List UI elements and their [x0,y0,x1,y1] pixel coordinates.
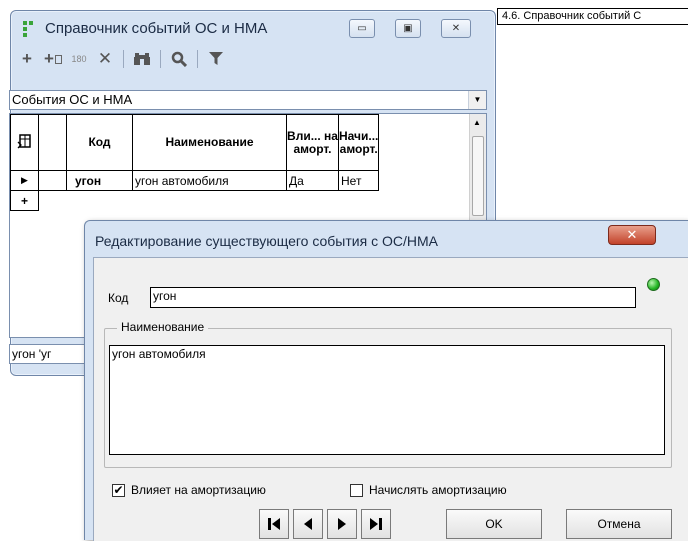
name-group: Наименование угон автомобиля [104,320,672,468]
events-combo[interactable]: События ОС и НМА ▼ [9,90,487,110]
window-title: Справочник событий ОС и НМА [45,20,268,37]
prev-record-button[interactable] [293,509,323,539]
events-table: Код Наименование Вли... на аморт. Начи..… [10,114,380,211]
scroll-up-icon[interactable]: ▲ [473,118,481,127]
rotate-180-label: 180 [71,54,87,64]
next-record-button[interactable] [327,509,357,539]
name-textarea[interactable]: угон автомобиля [109,345,665,455]
add-copy-glyph: + [44,49,54,68]
search-icon[interactable] [167,48,191,70]
toolbar-separator [197,50,198,68]
close-button[interactable]: ✕ [441,19,471,38]
affects-checkbox[interactable]: ✔ Влияет на амортизацию [112,483,266,497]
last-record-icon [370,518,382,530]
toolbar-separator [160,50,161,68]
filter-icon[interactable] [204,48,228,70]
affects-label: Влияет на амортизацию [131,483,266,497]
last-record-button[interactable] [361,509,391,539]
charge-checkbox-box [350,483,363,497]
copy-page-icon [54,54,62,64]
new-row-marker: + [10,190,39,211]
indicator-header [38,114,67,171]
table-row[interactable]: ▶ угон угон автомобиля Да Нет [10,170,380,191]
column-charge[interactable]: Начи... аморт. [337,114,380,171]
chevron-down-icon[interactable]: ▼ [468,91,486,109]
cell-name[interactable]: угон автомобиля [132,170,287,191]
maximize-button[interactable]: ▣ [395,19,421,38]
code-label: Код [108,291,129,305]
add-icon[interactable]: + [15,48,39,70]
column-chooser-icon[interactable] [10,114,39,171]
edit-event-dialog: Редактирование существующего события с О… [84,220,688,541]
delete-icon[interactable]: ✕ [93,48,117,70]
name-value: угон автомобиля [112,347,206,361]
cell-charge[interactable]: Нет [337,170,380,191]
code-field[interactable]: угон [150,287,636,308]
titlebar: Справочник событий ОС и НМА ▭ ▣ ✕ [11,11,495,45]
toolbar-separator [123,50,124,68]
toolbar: + + 180 ✕ [15,46,495,72]
document-caption: 4.6. Справочник событий С [497,8,688,25]
add-copy-icon[interactable]: + [41,48,65,70]
column-name[interactable]: Наименование [132,114,287,171]
cancel-button[interactable]: Отмена [566,509,672,539]
dialog-close-button[interactable]: ✕ [608,225,656,245]
row-current-marker: ▶ [10,170,39,191]
binoculars-icon[interactable] [130,48,154,70]
ok-button[interactable]: OK [446,509,542,539]
dialog-body: Код угон Наименование угон автомобиля ✔ … [93,257,688,541]
rotate-180-icon[interactable]: 180 [67,48,91,70]
close-icon: ✕ [626,227,638,242]
cell-code[interactable]: угон [66,170,133,191]
new-row[interactable]: + [10,190,379,211]
combo-value: События ОС и НМА [12,92,133,107]
minimize-button[interactable]: ▭ [349,19,375,38]
first-record-button[interactable] [259,509,289,539]
first-record-icon [268,518,280,530]
column-affects[interactable]: Вли... на аморт. [286,114,339,171]
affects-checkmark-icon: ✔ [112,482,125,497]
column-code[interactable]: Код [66,114,133,171]
name-group-label: Наименование [117,320,209,334]
prev-record-icon [304,518,312,530]
next-record-icon [338,518,346,530]
header-row: Код Наименование Вли... на аморт. Начи..… [10,114,380,171]
cell-affects[interactable]: Да [286,170,339,191]
code-value: угон [153,289,177,303]
charge-label: Начислять амортизацию [369,483,507,497]
row-indicator-cell [38,170,67,191]
status-led-icon [647,278,660,291]
charge-checkbox[interactable]: Начислять амортизацию [350,483,507,497]
app-icon [23,21,37,37]
scrollbar-thumb[interactable] [472,136,484,216]
dialog-title: Редактирование существующего события с О… [95,233,438,249]
